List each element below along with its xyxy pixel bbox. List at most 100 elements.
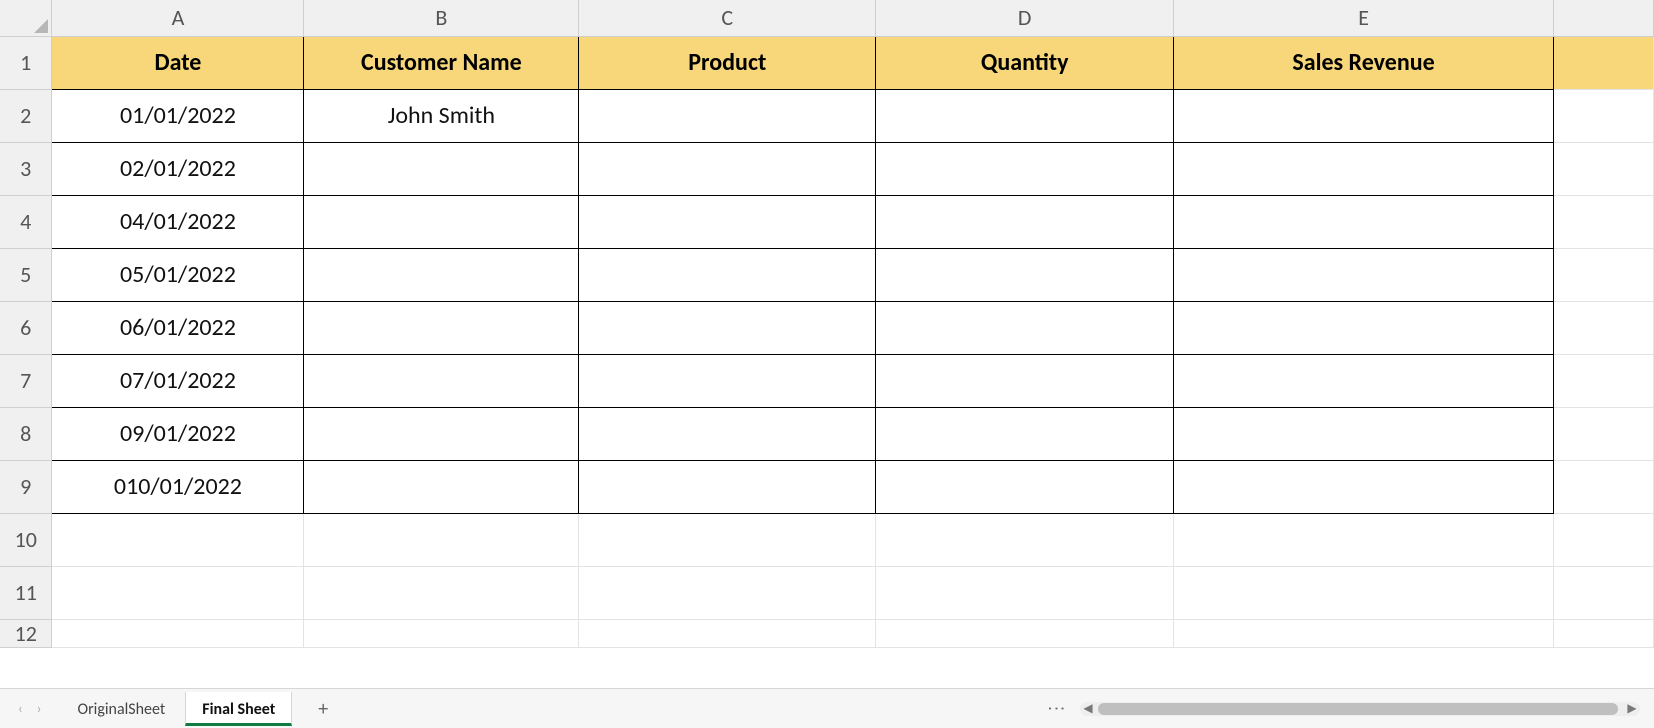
col-header-C[interactable]: C (579, 0, 876, 36)
cell-A7[interactable]: 07/01/2022 (52, 354, 304, 407)
cell-A5[interactable]: 05/01/2022 (52, 248, 304, 301)
cell-D7[interactable] (876, 354, 1174, 407)
cell-D3[interactable] (876, 142, 1174, 195)
col-header-B[interactable]: B (304, 0, 579, 36)
cell-E12[interactable] (1174, 619, 1554, 647)
cell-B3[interactable] (304, 142, 579, 195)
cell-F10[interactable] (1554, 513, 1654, 566)
cell-C10[interactable] (579, 513, 876, 566)
cell-A8[interactable]: 09/01/2022 (52, 407, 304, 460)
row-header-11[interactable]: 11 (0, 566, 52, 619)
cell-B6[interactable] (304, 301, 579, 354)
cell-B4[interactable] (304, 195, 579, 248)
cell-B10[interactable] (304, 513, 579, 566)
cell-D9[interactable] (876, 460, 1174, 513)
cell-F2[interactable] (1554, 89, 1654, 142)
scroll-left-icon[interactable]: ◀ (1080, 701, 1096, 716)
col-header-A[interactable]: A (52, 0, 304, 36)
cell-B11[interactable] (304, 566, 579, 619)
cell-F9[interactable] (1554, 460, 1654, 513)
horizontal-scrollbar[interactable]: ◀ ▶ (1080, 702, 1640, 716)
cell-A6[interactable]: 06/01/2022 (52, 301, 304, 354)
cell-A12[interactable] (52, 619, 304, 647)
cell-B1[interactable]: Customer Name (304, 36, 579, 89)
scroll-right-icon[interactable]: ▶ (1624, 701, 1640, 716)
cell-B9[interactable] (304, 460, 579, 513)
cell-C11[interactable] (579, 566, 876, 619)
row-header-8[interactable]: 8 (0, 407, 52, 460)
cell-D4[interactable] (876, 195, 1174, 248)
col-header-E[interactable]: E (1174, 0, 1554, 36)
row-header-12[interactable]: 12 (0, 619, 52, 647)
cell-C2[interactable] (579, 89, 876, 142)
scroll-thumb[interactable] (1098, 703, 1618, 715)
cell-E5[interactable] (1174, 248, 1554, 301)
cell-A1[interactable]: Date (52, 36, 304, 89)
cell-E2[interactable] (1174, 89, 1554, 142)
cell-D2[interactable] (876, 89, 1174, 142)
cell-F3[interactable] (1554, 142, 1654, 195)
cell-C3[interactable] (579, 142, 876, 195)
sheet-nav-next-icon[interactable]: › (37, 700, 42, 717)
cell-C9[interactable] (579, 460, 876, 513)
cell-B7[interactable] (304, 354, 579, 407)
sheet-tab-final-sheet[interactable]: Final Sheet (185, 692, 292, 726)
cell-D11[interactable] (876, 566, 1174, 619)
cell-D1[interactable]: Quantity (876, 36, 1174, 89)
cell-F7[interactable] (1554, 354, 1654, 407)
cell-E9[interactable] (1174, 460, 1554, 513)
cell-C12[interactable] (579, 619, 876, 647)
cell-C7[interactable] (579, 354, 876, 407)
cell-C1[interactable]: Product (579, 36, 876, 89)
cell-D10[interactable] (876, 513, 1174, 566)
row-header-7[interactable]: 7 (0, 354, 52, 407)
cell-A10[interactable] (52, 513, 304, 566)
cell-C4[interactable] (579, 195, 876, 248)
cell-A9[interactable]: 010/01/2022 (52, 460, 304, 513)
add-sheet-button[interactable]: + (306, 692, 340, 726)
sheet-nav-prev-icon[interactable]: ‹ (18, 700, 23, 717)
cell-C5[interactable] (579, 248, 876, 301)
cell-E6[interactable] (1174, 301, 1554, 354)
cell-E10[interactable] (1174, 513, 1554, 566)
col-header-D[interactable]: D (876, 0, 1174, 36)
cell-A4[interactable]: 04/01/2022 (52, 195, 304, 248)
cell-A3[interactable]: 02/01/2022 (52, 142, 304, 195)
cell-E11[interactable] (1174, 566, 1554, 619)
col-header-F[interactable] (1554, 0, 1654, 36)
cell-B2[interactable]: John Smith (304, 89, 579, 142)
cell-D12[interactable] (876, 619, 1174, 647)
cell-F4[interactable] (1554, 195, 1654, 248)
row-header-3[interactable]: 3 (0, 142, 52, 195)
row-header-4[interactable]: 4 (0, 195, 52, 248)
cell-C6[interactable] (579, 301, 876, 354)
cell-F12[interactable] (1554, 619, 1654, 647)
row-header-10[interactable]: 10 (0, 513, 52, 566)
row-header-1[interactable]: 1 (0, 36, 52, 89)
cell-E3[interactable] (1174, 142, 1554, 195)
cell-F8[interactable] (1554, 407, 1654, 460)
cell-F5[interactable] (1554, 248, 1654, 301)
cell-D8[interactable] (876, 407, 1174, 460)
grid-area[interactable]: A B C D E 1 Date Customer Name Product Q… (0, 0, 1654, 688)
cell-F11[interactable] (1554, 566, 1654, 619)
select-all-corner[interactable] (0, 0, 52, 36)
row-header-6[interactable]: 6 (0, 301, 52, 354)
sheet-tab-originalsheet[interactable]: OriginalSheet (62, 692, 182, 726)
cell-E7[interactable] (1174, 354, 1554, 407)
row-header-9[interactable]: 9 (0, 460, 52, 513)
cell-B5[interactable] (304, 248, 579, 301)
cell-E4[interactable] (1174, 195, 1554, 248)
cell-A2[interactable]: 01/01/2022 (52, 89, 304, 142)
cell-A11[interactable] (52, 566, 304, 619)
row-header-2[interactable]: 2 (0, 89, 52, 142)
cell-D5[interactable] (876, 248, 1174, 301)
tab-options-icon[interactable]: ⋮ (1046, 699, 1068, 718)
cell-E1[interactable]: Sales Revenue (1174, 36, 1554, 89)
cell-D6[interactable] (876, 301, 1174, 354)
cell-B8[interactable] (304, 407, 579, 460)
cell-C8[interactable] (579, 407, 876, 460)
row-header-5[interactable]: 5 (0, 248, 52, 301)
cell-B12[interactable] (304, 619, 579, 647)
cell-F1[interactable] (1554, 36, 1654, 89)
